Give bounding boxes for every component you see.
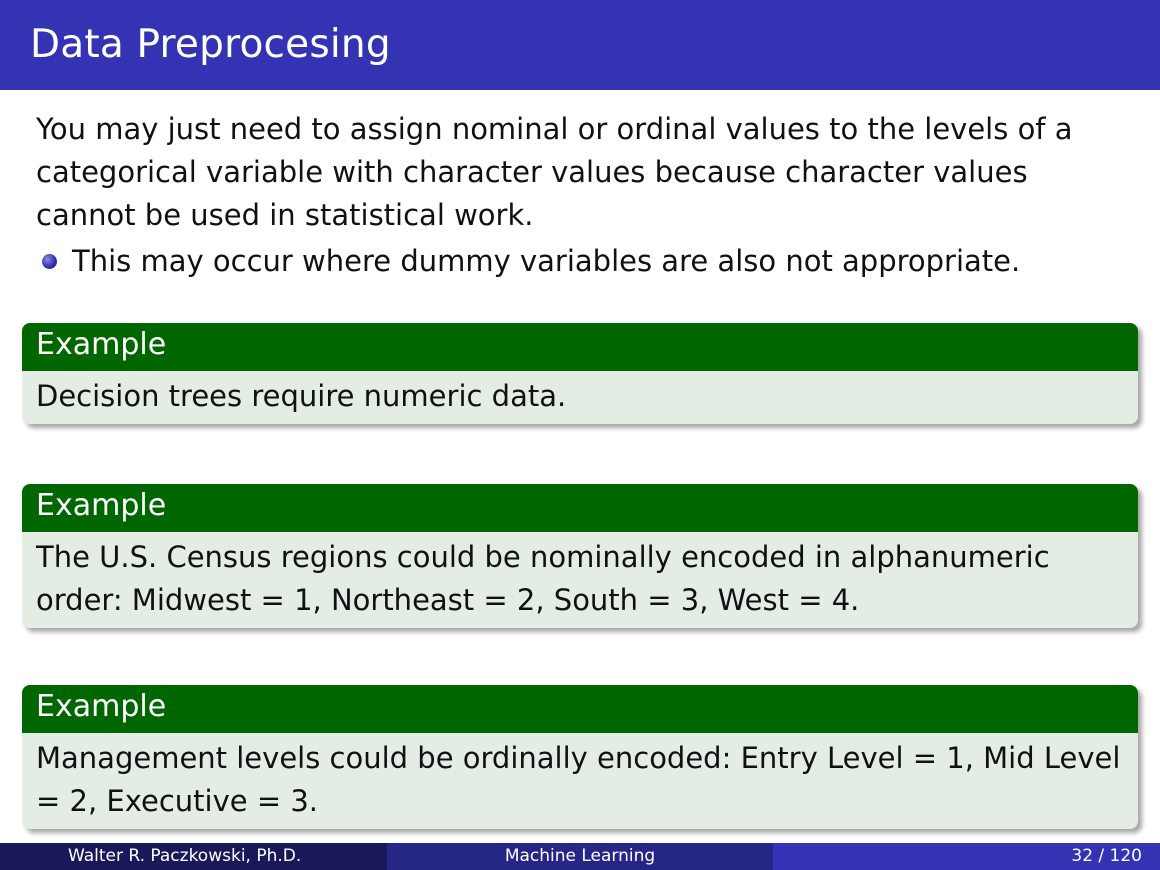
bullet-item: This may occur where dummy variables are… [42,240,1021,283]
footer-page-number: 32 / 120 [1071,846,1142,866]
bullet-ball-icon [42,254,57,269]
example-block-title: Example [36,689,167,724]
footer-author: Walter R. Paczkowski, Ph.D. [68,846,302,866]
example-block-title: Example [36,488,167,523]
example-block-title: Example [36,327,167,362]
footer-author-segment: Walter R. Paczkowski, Ph.D. [0,843,387,870]
example-block-3: Example Management levels could be ordin… [22,685,1138,829]
intro-paragraph: You may just need to assign nominal or o… [36,112,1073,232]
footer-course: Machine Learning [387,843,773,870]
slide-title-bar: Data Preprocesing [0,0,1160,90]
example-block-1: Example Decision trees require numeric d… [22,323,1138,424]
example-block-body: The U.S. Census regions could be nominal… [36,540,1050,617]
footer-bar: Walter R. Paczkowski, Ph.D. Machine Lear… [0,843,1160,870]
example-block-header: Example [22,323,1138,371]
footer-page-segment: 32 / 120 [773,843,1160,870]
example-block-2: Example The U.S. Census regions could be… [22,484,1138,628]
example-block-header: Example [22,484,1138,532]
example-block-header: Example [22,685,1138,733]
slide-title: Data Preprocesing [30,22,391,67]
bullet-text: This may occur where dummy variables are… [72,244,1021,278]
example-block-body: Decision trees require numeric data. [36,379,567,413]
example-block-body: Management levels could be ordinally enc… [36,741,1121,818]
